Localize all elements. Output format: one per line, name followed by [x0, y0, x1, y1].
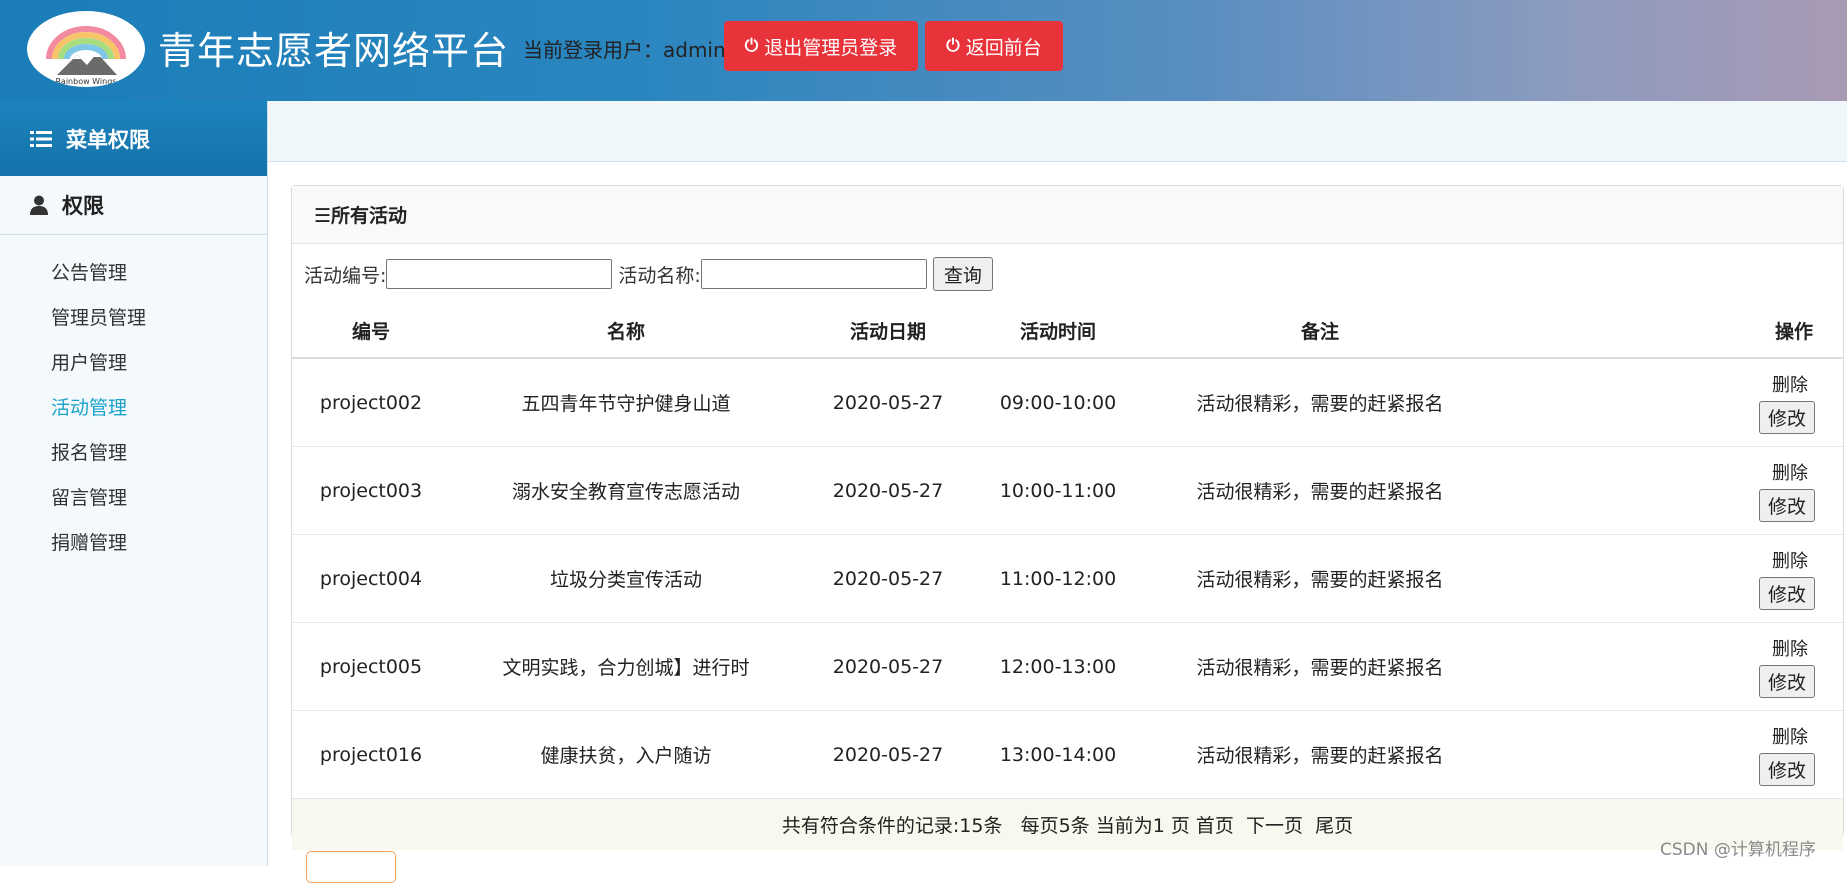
pagination: 共有符合条件的记录:15条 每页5条 当前为1 页 首页 下一页 尾页 — [292, 799, 1843, 850]
cell-note: 活动很精彩，需要的赶紧报名 — [1142, 358, 1498, 447]
cell-note: 活动很精彩，需要的赶紧报名 — [1142, 534, 1498, 623]
col-note-header: 备注 — [1142, 304, 1498, 359]
cell-name: 溺水安全教育宣传志愿活动 — [450, 446, 802, 535]
table-row: project003 溺水安全教育宣传志愿活动 2020-05-27 10:00… — [292, 446, 1843, 535]
logout-admin-label: 退出管理员登录 — [764, 36, 898, 59]
edit-button[interactable]: 修改 — [1758, 401, 1815, 434]
content-top-strip — [268, 101, 1847, 162]
permission-group-header[interactable]: 权限 — [0, 176, 267, 235]
delete-link[interactable]: 删除 — [1772, 723, 1808, 749]
activities-panel: ☰所有活动 活动编号: 活动名称: 查询 编号 名称 活动日期 活动时间 备注 … — [291, 185, 1844, 850]
rainbow-logo: Rainbow Wings — [27, 11, 145, 87]
return-frontend-button[interactable]: ⏻ 返回前台 — [925, 21, 1063, 71]
cell-actions: 删除 修改 — [1498, 710, 1843, 799]
watermark: CSDN @计算机程序 — [1660, 840, 1816, 860]
activity-name-input[interactable] — [700, 259, 927, 289]
cell-time: 09:00-10:00 — [974, 358, 1142, 447]
delete-link[interactable]: 删除 — [1772, 459, 1808, 485]
delete-link[interactable]: 删除 — [1772, 635, 1808, 661]
cell-time: 13:00-14:00 — [974, 710, 1142, 799]
edit-button[interactable]: 修改 — [1758, 665, 1815, 698]
partial-button[interactable] — [306, 851, 396, 883]
edit-button[interactable]: 修改 — [1758, 753, 1815, 786]
sidebar-item-activities[interactable]: 活动管理 — [51, 384, 267, 429]
cell-date: 2020-05-27 — [802, 622, 974, 711]
col-date-header: 活动日期 — [802, 304, 974, 359]
login-info: 当前登录用户：admin — [523, 34, 726, 63]
site-title: 青年志愿者网络平台 — [158, 29, 510, 73]
menu-header: 菜单权限 — [0, 101, 267, 176]
cell-actions: 删除 修改 — [1498, 358, 1843, 447]
delete-link[interactable]: 删除 — [1772, 547, 1808, 573]
menu-title: 菜单权限 — [66, 127, 150, 152]
logo-text: Rainbow Wings — [56, 77, 117, 86]
cell-name: 垃圾分类宣传活动 — [450, 534, 802, 623]
delete-link[interactable]: 删除 — [1772, 371, 1808, 397]
sidebar-item-admins[interactable]: 管理员管理 — [51, 294, 267, 339]
table-row: project004 垃圾分类宣传活动 2020-05-27 11:00-12:… — [292, 534, 1843, 623]
nav-list: 公告管理 管理员管理 用户管理 活动管理 报名管理 留言管理 捐赠管理 — [0, 235, 267, 564]
cell-date: 2020-05-27 — [802, 534, 974, 623]
cell-name: 五四青年节守护健身山道 — [450, 358, 802, 447]
cell-id: project003 — [292, 446, 450, 535]
list-icon — [30, 130, 52, 147]
logout-admin-button[interactable]: ⏻ 退出管理员登录 — [724, 21, 918, 71]
table-header-row: 编号 名称 活动日期 活动时间 备注 操作 — [292, 304, 1843, 359]
sidebar-item-messages[interactable]: 留言管理 — [51, 474, 267, 519]
cell-actions: 删除 修改 — [1498, 446, 1843, 535]
login-username: admin — [663, 38, 726, 62]
table-row: project016 健康扶贫，入户随访 2020-05-27 13:00-14… — [292, 710, 1843, 799]
cell-id: project004 — [292, 534, 450, 623]
cell-note: 活动很精彩，需要的赶紧报名 — [1142, 710, 1498, 799]
cell-time: 12:00-13:00 — [974, 622, 1142, 711]
last-page-link[interactable]: 尾页 — [1315, 811, 1353, 838]
table-row: project002 五四青年节守护健身山道 2020-05-27 09:00-… — [292, 358, 1843, 447]
user-icon — [30, 195, 48, 215]
sidebar: 菜单权限 权限 公告管理 管理员管理 用户管理 活动管理 报名管理 留言管理 捐… — [0, 101, 268, 866]
cell-id: project005 — [292, 622, 450, 711]
sidebar-item-notice[interactable]: 公告管理 — [51, 249, 267, 294]
login-label: 当前登录用户： — [523, 38, 663, 62]
cell-id: project002 — [292, 358, 450, 447]
sidebar-item-donations[interactable]: 捐赠管理 — [51, 519, 267, 564]
pager-summary: 共有符合条件的记录:15条 每页5条 当前为1 页 — [781, 815, 1196, 837]
table-row: project005 文明实践，合力创城】进行时 2020-05-27 12:0… — [292, 622, 1843, 711]
first-page-link[interactable]: 首页 — [1196, 811, 1234, 838]
query-button[interactable]: 查询 — [932, 257, 993, 291]
sidebar-item-users[interactable]: 用户管理 — [51, 339, 267, 384]
cell-id: project016 — [292, 710, 450, 799]
activity-id-input[interactable] — [386, 259, 613, 289]
activities-table: 编号 名称 活动日期 活动时间 备注 操作 project002 五四青年节守护… — [292, 304, 1843, 799]
edit-button[interactable]: 修改 — [1758, 489, 1815, 522]
col-time-header: 活动时间 — [974, 304, 1142, 359]
cell-actions: 删除 修改 — [1498, 622, 1843, 711]
edit-button[interactable]: 修改 — [1758, 577, 1815, 610]
next-page-link[interactable]: 下一页 — [1246, 811, 1303, 838]
col-action-header: 操作 — [1498, 304, 1843, 359]
top-header: Rainbow Wings 青年志愿者网络平台 当前登录用户：admin ⏻ 退… — [0, 0, 1847, 101]
sidebar-item-registrations[interactable]: 报名管理 — [51, 429, 267, 474]
cell-date: 2020-05-27 — [802, 358, 974, 447]
col-id-header: 编号 — [292, 304, 450, 359]
search-form: 活动编号: 活动名称: 查询 — [292, 244, 1843, 304]
cell-time: 11:00-12:00 — [974, 534, 1142, 623]
power-icon: ⏻ — [946, 36, 960, 56]
cell-name: 健康扶贫，入户随访 — [450, 710, 802, 799]
cell-name: 文明实践，合力创城】进行时 — [450, 622, 802, 711]
return-frontend-label: 返回前台 — [965, 36, 1042, 59]
cell-note: 活动很精彩，需要的赶紧报名 — [1142, 622, 1498, 711]
panel-heading: ☰所有活动 — [292, 186, 1843, 244]
cell-time: 10:00-11:00 — [974, 446, 1142, 535]
activity-id-label: 活动编号: — [304, 264, 387, 287]
activity-name-label: 活动名称: — [618, 264, 701, 287]
cell-date: 2020-05-27 — [802, 446, 974, 535]
col-name-header: 名称 — [450, 304, 802, 359]
cell-date: 2020-05-27 — [802, 710, 974, 799]
group-title: 权限 — [62, 194, 104, 218]
cell-note: 活动很精彩，需要的赶紧报名 — [1142, 446, 1498, 535]
cell-actions: 删除 修改 — [1498, 534, 1843, 623]
power-icon: ⏻ — [744, 36, 759, 56]
